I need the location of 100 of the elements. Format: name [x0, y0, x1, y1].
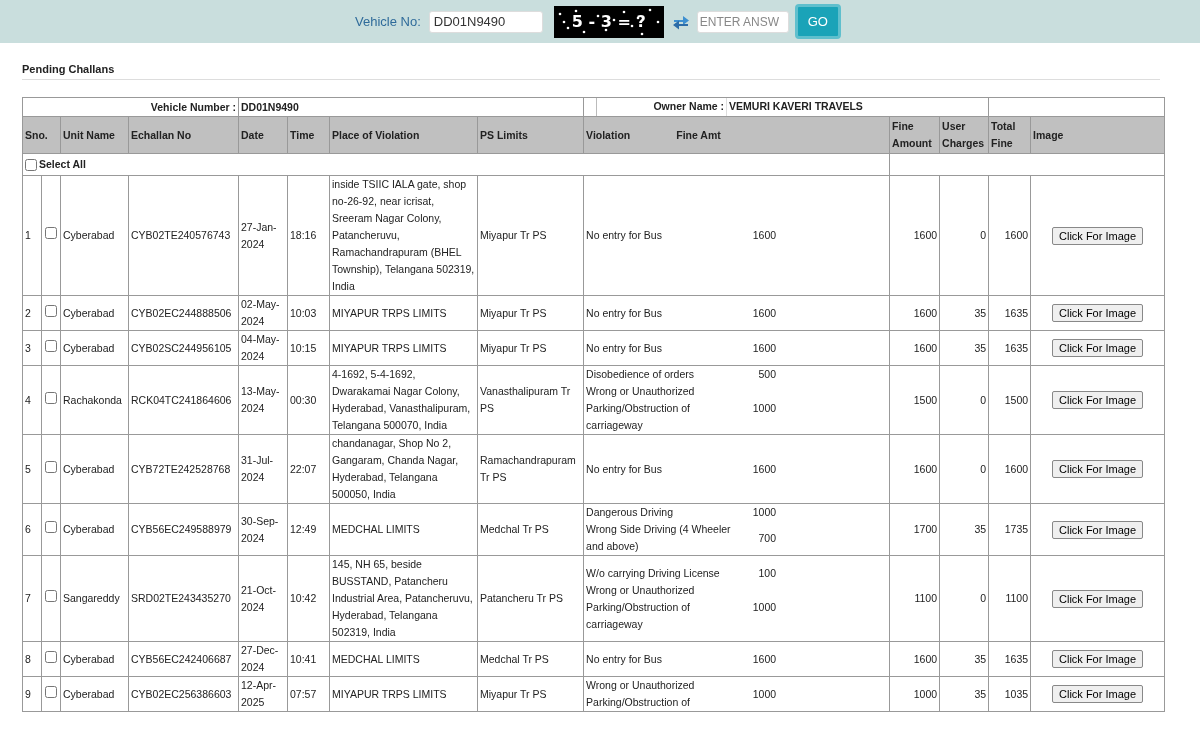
table-cell: 9 — [22, 676, 42, 712]
table-cell: SRD02TE243435270 — [128, 555, 239, 642]
table-cell: CYB02EC244888506 — [128, 295, 239, 331]
answer-field[interactable]: ENTER ANSW — [696, 10, 789, 33]
table-cell: 1635 — [988, 330, 1031, 366]
vehicle-number-label: Vehicle Number : — [22, 97, 239, 117]
row-checkbox[interactable] — [45, 227, 57, 239]
table-cell: 0 — [939, 175, 989, 296]
violation-text: No entry for Bus — [586, 228, 663, 243]
table-cell: 10:03 — [287, 295, 330, 331]
table-cell: Miyapur Tr PS — [477, 676, 584, 712]
column-header: Place of Violation — [329, 116, 478, 154]
table-cell: 6 — [22, 503, 42, 556]
table-cell: 5 — [22, 434, 42, 504]
table-cell: Cyberabad — [60, 175, 129, 296]
column-header: Sno. — [22, 116, 61, 154]
table-cell: Miyapur Tr PS — [477, 175, 584, 296]
table-cell: MIYAPUR TRPS LIMITS — [329, 295, 478, 331]
table-cell: 00:30 — [287, 365, 330, 435]
click-for-image-button[interactable]: Click For Image — [1052, 520, 1144, 539]
select-all-checkbox[interactable] — [25, 158, 37, 171]
table-cell: 31-Jul-2024 — [238, 434, 288, 504]
row-checkbox[interactable] — [45, 304, 57, 317]
table-cell: 1 — [22, 175, 42, 296]
table-cell: 13-May-2024 — [238, 365, 288, 435]
row-checkbox[interactable] — [45, 521, 57, 533]
fine-amount-text: 100 — [757, 565, 777, 581]
vehicle-number-value: DD01N9490 — [238, 97, 584, 117]
fine-amount-text: 1000 — [751, 599, 777, 615]
table-cell: 10:42 — [287, 555, 330, 642]
row-checkbox[interactable] — [45, 460, 57, 473]
column-header: Unit Name — [60, 116, 129, 154]
fine-amount-text: 1600 — [751, 305, 777, 321]
table-cell: 10:15 — [287, 330, 330, 366]
table-cell: 1035 — [988, 676, 1031, 712]
click-for-image-button[interactable]: Click For Image — [1052, 685, 1144, 703]
violation-text: Wrong Side Driving (4 Wheeler and above) — [586, 522, 732, 554]
vehicle-no-label: Vehicle No: — [355, 14, 421, 29]
click-for-image-button[interactable]: Click For Image — [1052, 304, 1144, 322]
table-cell: CYB02TE240576743 — [128, 175, 239, 296]
row-checkbox[interactable] — [45, 650, 57, 663]
column-header: Date — [238, 116, 288, 154]
table-cell: CYB02SC244956105 — [128, 330, 239, 366]
column-header: Echallan No — [128, 116, 239, 154]
table-cell: Medchal Tr PS — [477, 503, 584, 556]
table-cell: 145, NH 65, beside BUSSTAND, Patancheru Industrial Area, Patancheruvu, Hyderabad, Telangana 502319, India — [329, 555, 478, 642]
table-cell: 1100 — [988, 555, 1031, 642]
table-cell: 1700 — [889, 503, 940, 556]
table-cell: 35 — [939, 676, 989, 712]
column-header: Violation — [586, 128, 631, 141]
table-cell: 2 — [22, 295, 42, 331]
violation-text: No entry for Bus — [586, 305, 663, 321]
table-cell: 1100 — [889, 555, 940, 642]
violation-text: Dangerous Driving — [586, 505, 675, 520]
table-cell: 0 — [939, 555, 989, 642]
click-for-image-button[interactable]: Click For Image — [1052, 226, 1144, 245]
fine-amount-text: 1000 — [751, 401, 777, 416]
table-cell: 1600 — [889, 175, 940, 296]
row-checkbox[interactable] — [45, 391, 57, 404]
vehicle-no-field[interactable]: DD01N9490 — [428, 10, 543, 33]
fine-amount-text: 1600 — [751, 651, 777, 667]
fine-amount-text: 1000 — [751, 686, 777, 702]
table-cell: 21-Oct-2024 — [238, 555, 288, 642]
table-cell: 1600 — [988, 434, 1031, 504]
table-cell: 12-Apr-2025 — [238, 676, 288, 712]
table-cell: RCK04TC241864606 — [128, 365, 239, 435]
table-cell: 18:16 — [287, 175, 330, 296]
table-cell: 35 — [939, 295, 989, 331]
table-cell: Cyberabad — [60, 641, 129, 677]
table-cell: Miyapur Tr PS — [477, 330, 584, 366]
table-cell: MIYAPUR TRPS LIMITS — [329, 330, 478, 366]
table-cell: 07:57 — [287, 676, 330, 712]
fine-amount-text: 1600 — [751, 340, 777, 356]
table-cell: Cyberabad — [60, 434, 129, 504]
violation-text: Wrong or Unauthorized Parking/Obstruction of carriageway — [586, 582, 696, 632]
click-for-image-button[interactable]: Click For Image — [1052, 339, 1144, 357]
violation-text: No entry for Bus — [586, 651, 663, 667]
click-for-image-button[interactable]: Click For Image — [1052, 391, 1144, 409]
click-for-image-button[interactable]: Click For Image — [1052, 650, 1144, 668]
table-cell: 1600 — [889, 295, 940, 331]
violation-text: No entry for Bus — [586, 340, 663, 356]
table-cell: Vanasthalipuram Tr PS — [477, 365, 584, 435]
row-checkbox[interactable] — [45, 339, 57, 352]
table-cell: Cyberabad — [60, 503, 129, 556]
click-for-image-button[interactable]: Click For Image — [1052, 460, 1144, 478]
table-cell: 22:07 — [287, 434, 330, 504]
table-cell: 1635 — [988, 641, 1031, 677]
row-checkbox[interactable] — [45, 590, 57, 602]
row-checkbox[interactable] — [45, 685, 57, 698]
table-cell: 7 — [22, 555, 42, 642]
select-all-label: Select All — [39, 157, 86, 172]
table-cell: inside TSIIC IALA gate, shop no-26-92, near icrisat, Sreeram Nagar Colony, Patancheruvu, Ramachandrapuram (BHEL Township), Telangana 502319, India — [329, 175, 478, 296]
table-cell: chandanagar, Shop No 2, Gangaram, Chanda Nagar, Hyderabad, Telangana 500050, India — [329, 434, 478, 504]
table-cell: 1600 — [889, 641, 940, 677]
fine-amount-text: 1600 — [751, 461, 777, 477]
click-for-image-button[interactable]: Click For Image — [1052, 589, 1144, 608]
owner-name-value: VEMURI KAVERI TRAVELS — [728, 99, 863, 114]
table-cell: CYB72TE242528768 — [128, 434, 239, 504]
table-cell: Cyberabad — [60, 330, 129, 366]
table-cell: Rachakonda — [60, 365, 129, 435]
